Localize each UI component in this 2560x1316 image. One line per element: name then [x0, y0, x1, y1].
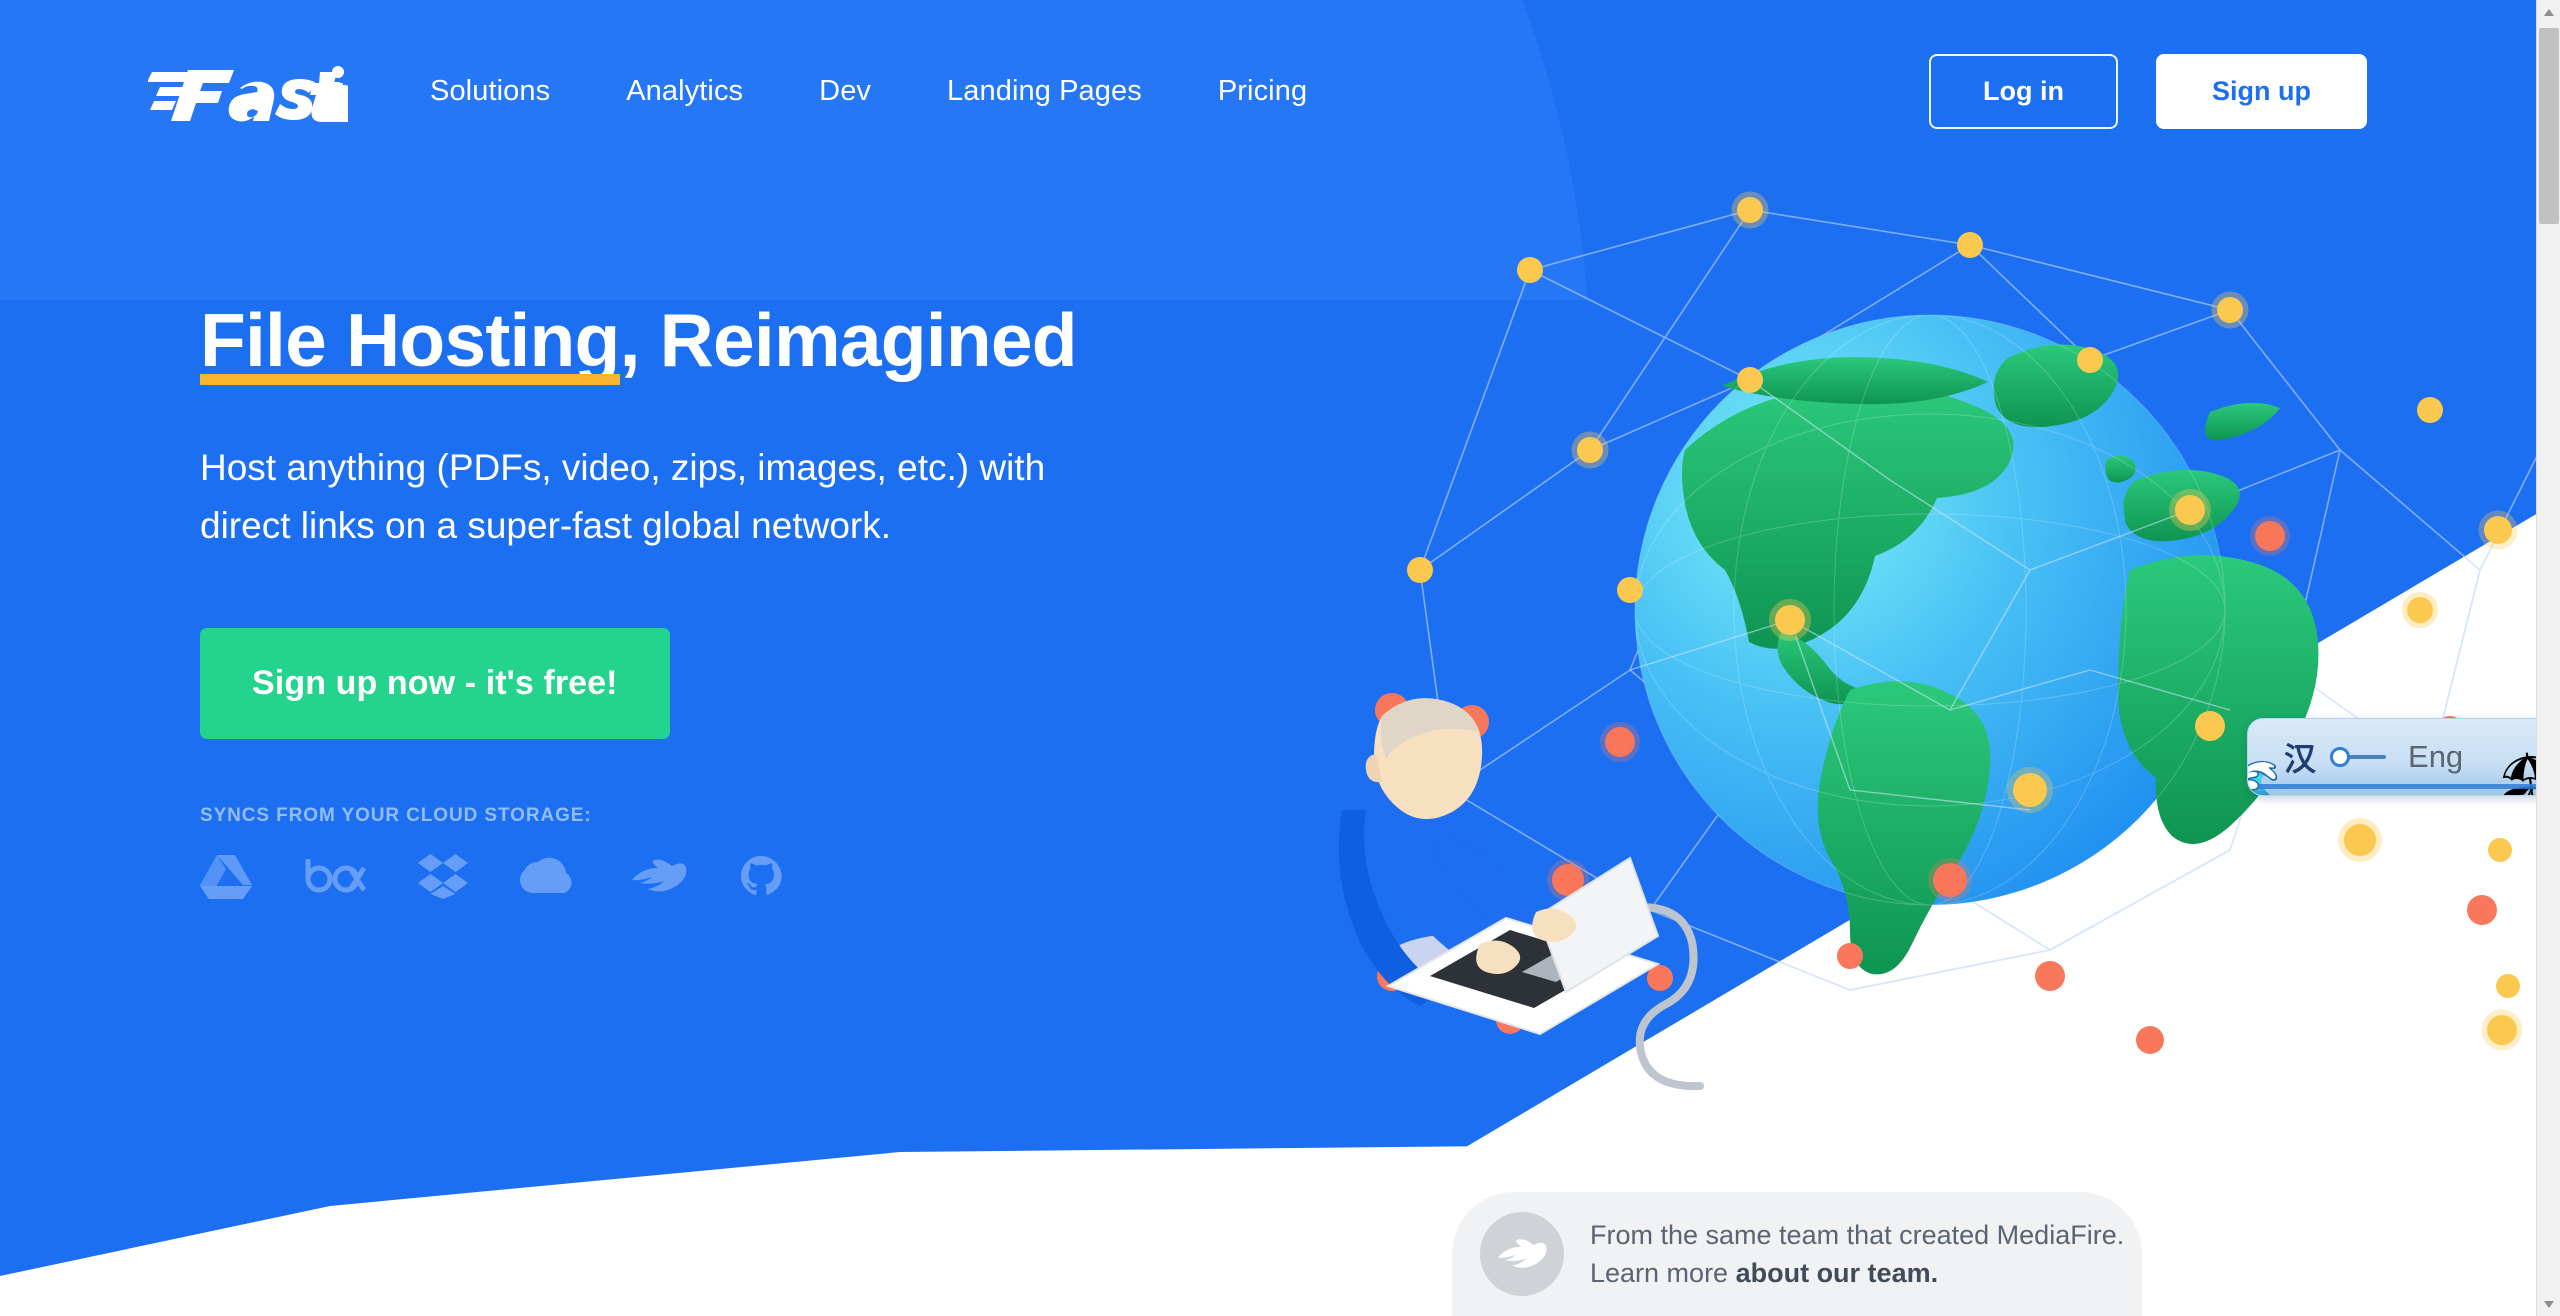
hero-subtitle-line1: Host anything (PDFs, video, zips, images…: [200, 447, 1046, 488]
box-icon[interactable]: [304, 856, 366, 896]
page-title-highlight: File Hosting: [200, 298, 620, 385]
mediafire-banner-text: From the same team that created MediaFir…: [1590, 1216, 2124, 1293]
nav-item-dev[interactable]: Dev: [781, 61, 909, 122]
nav-item-pricing[interactable]: Pricing: [1180, 61, 1345, 122]
about-our-team-link[interactable]: about our team.: [1736, 1258, 1939, 1288]
scrollbar-thumb[interactable]: [2539, 28, 2559, 224]
page-root: Solutions Analytics Dev Landing Pages Pr…: [0, 0, 2560, 1316]
syncs-from-label: Syncs from your cloud storage:: [200, 804, 592, 826]
learn-more-prefix: Learn more: [1590, 1258, 1736, 1288]
language-label-english: Eng: [2408, 739, 2464, 774]
chevron-up-icon: [2544, 8, 2554, 16]
mediafire-avatar: [1480, 1212, 1564, 1296]
browser-scrollbar[interactable]: [2536, 0, 2560, 1316]
signup-cta-button[interactable]: Sign up now - it's free!: [200, 627, 670, 739]
widget-underline: [2258, 784, 2541, 789]
wave-emoji-icon: 🌊: [2248, 761, 2289, 795]
google-drive-icon[interactable]: [200, 853, 252, 899]
language-toggle-widget[interactable]: 🌊 汉 Eng 🏖: [2247, 718, 2552, 796]
hero-subtitle-line2: direct links on a super-fast global netw…: [200, 505, 892, 547]
cloud-provider-logos: [200, 853, 1280, 899]
mediafire-banner-line2: Learn more about our team.: [1590, 1254, 2124, 1292]
signup-button[interactable]: Sign up: [2156, 53, 2367, 129]
mediafire-flame-icon: [1497, 1239, 1547, 1268]
mediafire-icon[interactable]: [630, 858, 688, 894]
chevron-down-icon: [2544, 1300, 2554, 1308]
hero-section: File Hosting, Reimagined Host anything (…: [200, 300, 1280, 899]
onedrive-icon[interactable]: [520, 857, 578, 895]
scrollbar-down-arrow[interactable]: [2537, 1292, 2560, 1316]
auth-button-group: Log in Sign up: [1929, 53, 2367, 129]
fastio-logo-icon: [148, 66, 348, 122]
nav-item-landing-pages[interactable]: Landing Pages: [909, 61, 1180, 122]
login-button[interactable]: Log in: [1929, 53, 2119, 129]
dropbox-icon[interactable]: [418, 853, 468, 899]
nav-item-solutions[interactable]: Solutions: [392, 61, 588, 122]
toggle-knob[interactable]: [2330, 747, 2351, 767]
main-navigation: Solutions Analytics Dev Landing Pages Pr…: [392, 61, 1345, 122]
brand-logo-fastio[interactable]: [148, 60, 348, 122]
toggle-track: [2344, 755, 2387, 759]
hero-subtitle: Host anything (PDFs, video, zips, images…: [200, 439, 1200, 556]
page-title: File Hosting, Reimagined: [200, 298, 1280, 385]
nav-item-analytics[interactable]: Analytics: [588, 61, 781, 122]
mediafire-team-banner: From the same team that created MediaFir…: [1452, 1192, 2142, 1316]
scrollbar-up-arrow[interactable]: [2537, 0, 2560, 24]
site-header: Solutions Analytics Dev Landing Pages Pr…: [0, 0, 2545, 182]
github-icon[interactable]: [740, 855, 782, 897]
language-toggle-switch[interactable]: [2330, 747, 2387, 767]
page-title-rest: , Reimagined: [619, 298, 1078, 382]
mediafire-banner-line1: From the same team that created MediaFir…: [1590, 1219, 2125, 1250]
